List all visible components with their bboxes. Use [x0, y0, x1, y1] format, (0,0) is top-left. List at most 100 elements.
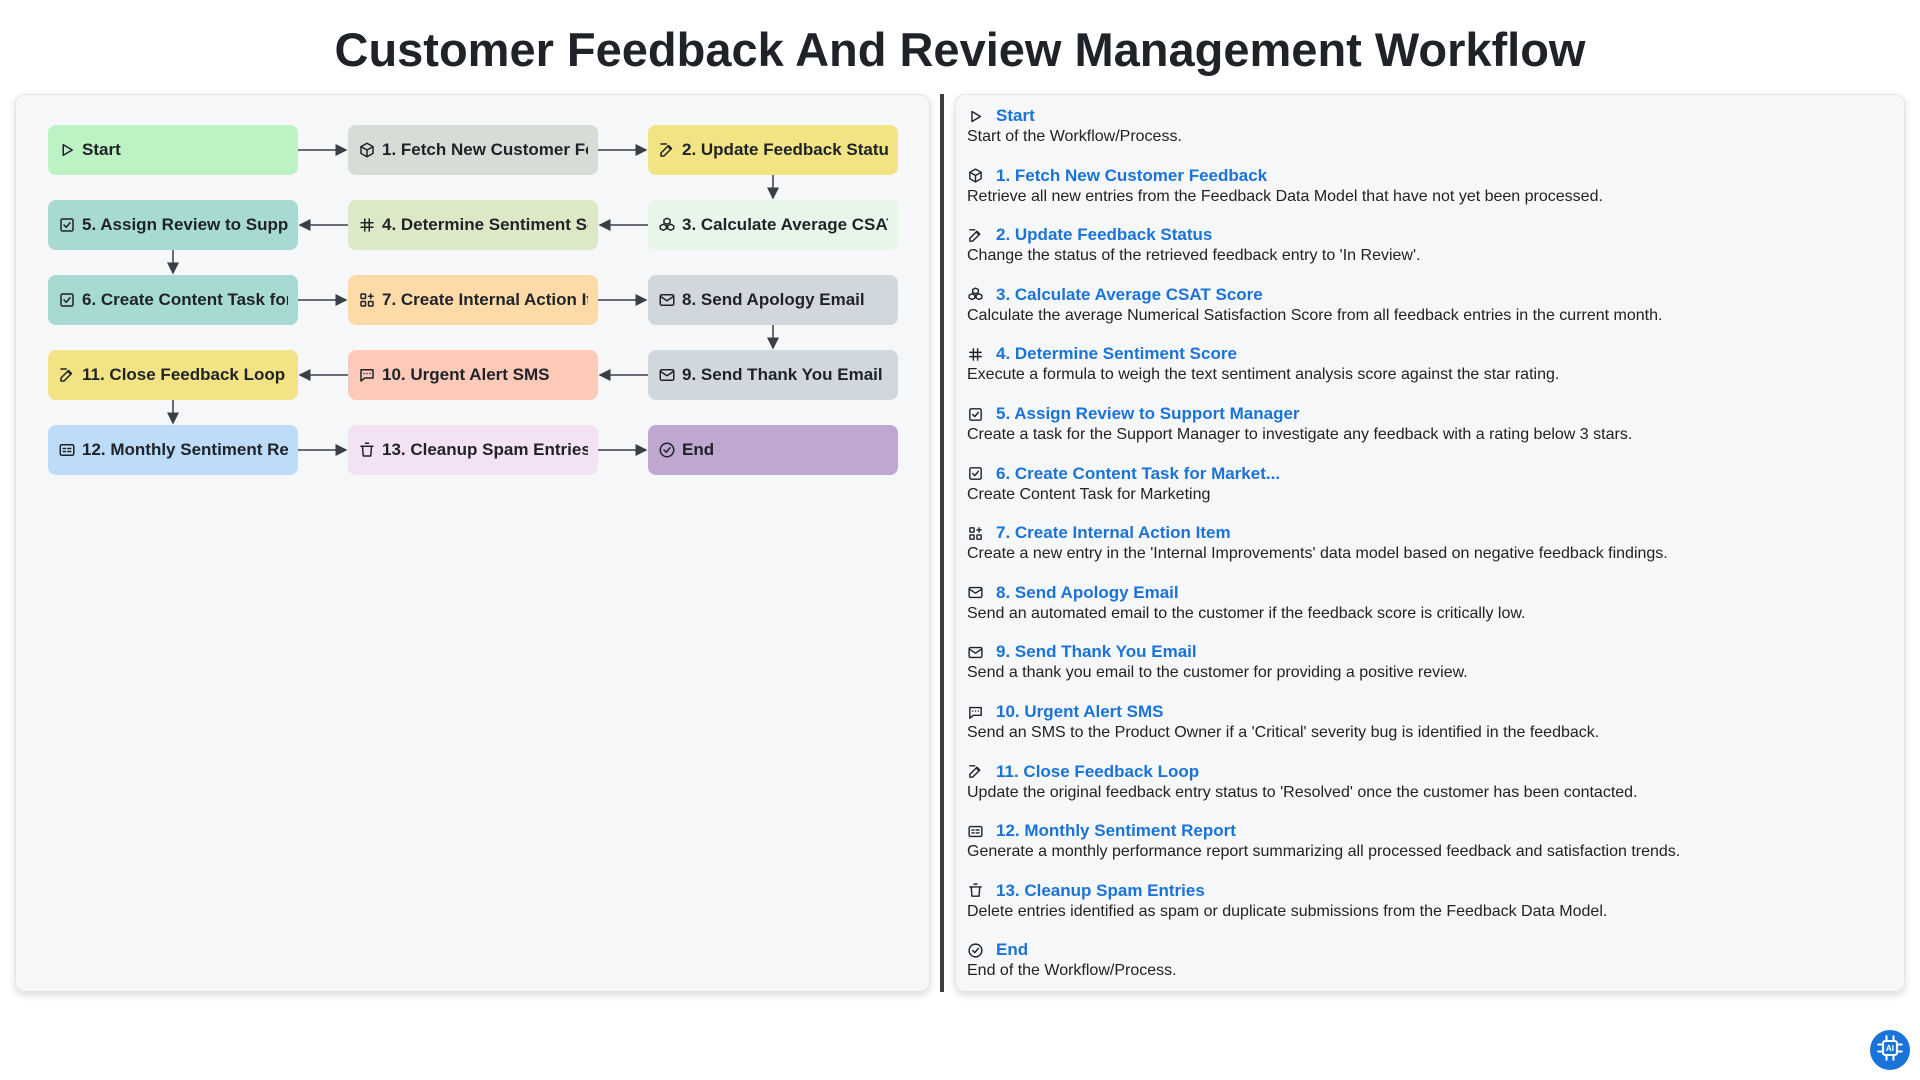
step-detail-description: Send a thank you email to the customer f… [967, 664, 1468, 682]
step-detail-title[interactable]: 11. Close Feedback Loop [996, 762, 1199, 782]
step-detail-description: Create Content Task for Marketing [967, 485, 1211, 503]
step-detail: 3. Calculate Average CSAT Score Calculate… [967, 284, 1897, 326]
flow-node-label: 4. Determine Sentiment Score [382, 215, 588, 234]
flow-node[interactable]: 13. Cleanup Spam Entries [348, 425, 598, 475]
step-detail-header[interactable]: 11. Close Feedback Loop [967, 761, 1897, 783]
edit-icon [967, 763, 984, 780]
checkbox-icon [967, 465, 984, 482]
step-detail-title[interactable]: 2. Update Feedback Status [996, 225, 1212, 245]
flow-node-label: 3. Calculate Average CSAT Score [682, 215, 888, 234]
step-detail-title[interactable]: 5. Assign Review to Support Manager [996, 404, 1300, 424]
step-detail-title[interactable]: 4. Determine Sentiment Score [996, 344, 1237, 364]
step-detail: Start Start of the Workflow/Process. [967, 105, 1897, 147]
step-detail-title[interactable]: 9. Send Thank You Email [996, 642, 1197, 662]
step-detail: 13. Cleanup Spam Entries Delete entries i… [967, 880, 1897, 922]
step-detail-header[interactable]: 8. Send Apology Email [967, 582, 1897, 604]
trash-icon [358, 441, 376, 459]
flow-node-label: 6. Create Content Task for Marketing [82, 290, 288, 309]
edit-icon [58, 366, 76, 384]
flow-node[interactable]: 2. Update Feedback Status [648, 125, 898, 175]
step-detail-title[interactable]: End [996, 940, 1028, 960]
flow-node[interactable]: 8. Send Apology Email [648, 275, 898, 325]
step-detail-title[interactable]: 7. Create Internal Action Item [996, 523, 1231, 543]
ai-assistant-button[interactable]: AI [1870, 1030, 1910, 1070]
play-icon [58, 141, 76, 159]
flow-node-label: 12. Monthly Sentiment Report [82, 440, 288, 459]
step-detail: 8. Send Apology Email Send an automated e… [967, 582, 1897, 624]
apps-icon [358, 291, 376, 309]
step-detail: 4. Determine Sentiment Score Execute a fo… [967, 343, 1897, 385]
checkbox-icon [58, 291, 76, 309]
step-detail-header[interactable]: 6. Create Content Task for Market... [967, 463, 1897, 485]
flow-node-label: 9. Send Thank You Email [682, 365, 883, 384]
step-detail-title[interactable]: 8. Send Apology Email [996, 583, 1179, 603]
step-detail-header[interactable]: End [967, 939, 1897, 961]
mail-icon [658, 291, 676, 309]
step-detail-title[interactable]: 12. Monthly Sentiment Report [996, 821, 1236, 841]
flow-node[interactable]: 5. Assign Review to Support Manager [48, 200, 298, 250]
flow-node-label: 13. Cleanup Spam Entries [382, 440, 588, 459]
hash-icon [967, 346, 984, 363]
step-detail-header[interactable]: 13. Cleanup Spam Entries [967, 880, 1897, 902]
step-detail-header[interactable]: 2. Update Feedback Status [967, 224, 1897, 246]
flow-node-label: Start [82, 140, 121, 159]
step-detail-description: Generate a monthly performance report su… [967, 843, 1681, 861]
page-title: Customer Feedback And Review Management … [334, 23, 1586, 76]
step-detail-title[interactable]: 6. Create Content Task for Market... [996, 464, 1280, 484]
step-detail-title[interactable]: 1. Fetch New Customer Feedback [996, 166, 1267, 186]
flow-node[interactable]: 10. Urgent Alert SMS [348, 350, 598, 400]
step-detail-title[interactable]: Start [996, 106, 1035, 126]
step-detail-header[interactable]: 7. Create Internal Action Item [967, 522, 1897, 544]
step-detail-description: Send an SMS to the Product Owner if a 'C… [967, 724, 1600, 741]
step-detail-header[interactable]: 4. Determine Sentiment Score [967, 343, 1897, 365]
step-detail-header[interactable]: Start [967, 105, 1897, 127]
mail-icon [967, 644, 984, 661]
check-circle-icon [967, 942, 984, 959]
edit-icon [967, 227, 984, 244]
report-icon [58, 441, 76, 459]
flow-node[interactable]: 11. Close Feedback Loop [48, 350, 298, 400]
step-detail-header[interactable]: 3. Calculate Average CSAT Score [967, 284, 1897, 306]
step-detail-description: Execute a formula to weigh the text sent… [967, 366, 1560, 384]
step-detail: 2. Update Feedback Status Change the stat… [967, 224, 1897, 266]
step-detail-title[interactable]: 3. Calculate Average CSAT Score [996, 285, 1263, 305]
step-detail-header[interactable]: 12. Monthly Sentiment Report [967, 820, 1897, 842]
step-detail: 5. Assign Review to Support Manager Creat… [967, 403, 1897, 445]
flow-node-label: 2. Update Feedback Status [682, 140, 888, 159]
flow-node[interactable]: 7. Create Internal Action Item [348, 275, 598, 325]
step-detail-description: Create a new entry in the 'Internal Impr… [967, 545, 1668, 563]
step-detail-header[interactable]: 5. Assign Review to Support Manager [967, 403, 1897, 425]
flow-node-label: 11. Close Feedback Loop [82, 365, 286, 384]
flow-node[interactable]: 12. Monthly Sentiment Report [48, 425, 298, 475]
cube-icon [967, 167, 984, 184]
flow-node[interactable]: End [648, 425, 898, 475]
step-detail: 1. Fetch New Customer Feedback Retrieve a… [967, 165, 1897, 207]
flow-node-label: 1. Fetch New Customer Feedback [382, 140, 588, 159]
cube-icon [358, 141, 376, 159]
step-detail: 7. Create Internal Action Item Create a n… [967, 522, 1897, 564]
step-detail-description: End of the Workflow/Process. [967, 962, 1177, 980]
step-detail-title[interactable]: 10. Urgent Alert SMS [996, 702, 1164, 722]
step-detail-description: Create a task for the Support Manager to… [967, 426, 1633, 443]
flow-node[interactable]: 9. Send Thank You Email [648, 350, 898, 400]
step-detail-description: Retrieve all new entries from the Feedba… [967, 187, 1603, 205]
step-detail-header[interactable]: 1. Fetch New Customer Feedback [967, 165, 1897, 187]
flow-node[interactable]: 4. Determine Sentiment Score [348, 200, 598, 250]
sms-icon [358, 366, 376, 384]
trash-icon [967, 882, 984, 899]
flow-node[interactable]: 1. Fetch New Customer Feedback [348, 125, 598, 175]
flow-node-label: 5. Assign Review to Support Manager [82, 215, 288, 234]
checkbox-icon [58, 216, 76, 234]
step-detail-header[interactable]: 10. Urgent Alert SMS [967, 701, 1897, 723]
flow-node[interactable]: 3. Calculate Average CSAT Score [648, 200, 898, 250]
step-detail-description: Send an automated email to the customer … [967, 604, 1526, 622]
step-detail: 12. Monthly Sentiment Report Generate a m… [967, 820, 1897, 862]
flowchart-panel: Start 1. Fetch New Customer Feedback 2. Up… [15, 94, 930, 992]
step-detail-header[interactable]: 9. Send Thank You Email [967, 641, 1897, 663]
flow-node[interactable]: 6. Create Content Task for Marketing [48, 275, 298, 325]
check-circle-icon [658, 441, 676, 459]
step-detail-title[interactable]: 13. Cleanup Spam Entries [996, 881, 1205, 901]
flow-node[interactable]: Start [48, 125, 298, 175]
sms-icon [967, 704, 984, 721]
flow-node-label: 10. Urgent Alert SMS [382, 365, 550, 384]
